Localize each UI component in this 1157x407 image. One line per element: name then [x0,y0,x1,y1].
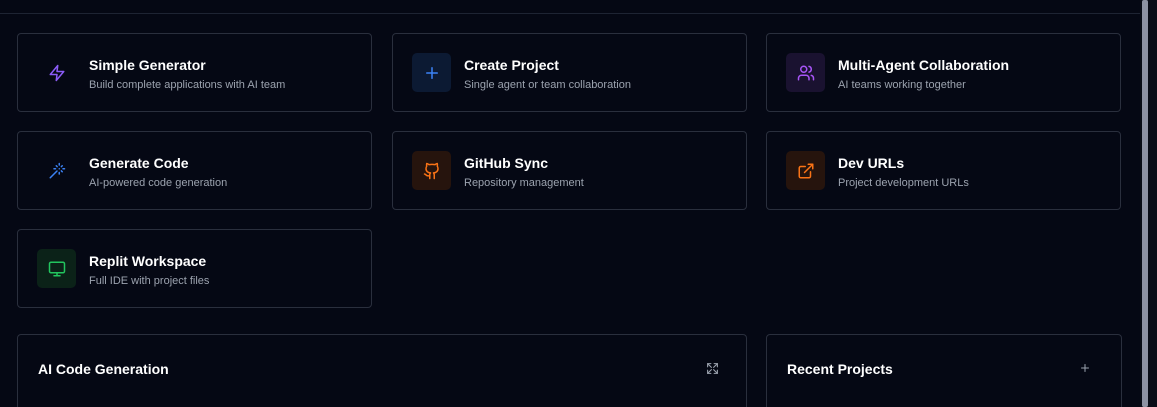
replit-workspace-icon-box [37,249,76,288]
generate-code-icon-box [37,151,76,190]
header-divider [0,13,1140,14]
github-sync-icon-box [412,151,451,190]
create-project-card[interactable]: Create Project Single agent or team coll… [392,33,747,112]
add-project-button[interactable] [1076,359,1094,377]
create-project-icon-box [412,53,451,92]
multi-agent-card[interactable]: Multi-Agent Collaboration AI teams worki… [766,33,1121,112]
plus-icon [1081,364,1089,372]
simple-generator-icon-box [37,53,76,92]
github-sync-card[interactable]: GitHub Sync Repository management [392,131,747,210]
card-subtitle: AI teams working together [838,79,966,91]
card-subtitle: Full IDE with project files [89,275,210,287]
panel-title: AI Code Generation [38,361,169,377]
dev-urls-icon-box [786,151,825,190]
maximize-button[interactable] [703,359,721,377]
dev-urls-card[interactable]: Dev URLs Project development URLs [766,131,1121,210]
scrollbar-thumb[interactable] [1142,0,1148,407]
card-title: Multi-Agent Collaboration [838,57,1010,73]
card-title: GitHub Sync [464,155,549,171]
simple-generator-card[interactable]: Simple Generator Build complete applicat… [17,33,372,112]
card-subtitle: Project development URLs [838,177,969,189]
lightning-icon [49,64,64,81]
card-subtitle: AI-powered code generation [89,177,228,189]
card-title: Dev URLs [838,155,905,171]
card-title: Simple Generator [89,57,206,73]
card-subtitle: Single agent or team collaboration [464,79,631,91]
card-subtitle: Build complete applications with AI team [89,79,286,91]
external-link-icon [798,163,813,178]
ai-code-generation-panel: AI Code Generation [17,334,747,407]
monitor-icon [48,261,65,276]
card-title: Generate Code [89,155,189,171]
dashboard: Simple Generator Build complete applicat… [0,0,1157,407]
maximize-icon [706,362,718,374]
card-title: Create Project [464,57,559,73]
panel-title: Recent Projects [787,361,893,377]
github-icon [423,162,439,179]
magic-wand-icon [49,162,65,178]
plus-icon [425,66,438,79]
recent-projects-panel: Recent Projects [766,334,1122,407]
replit-workspace-card[interactable]: Replit Workspace Full IDE with project f… [17,229,372,308]
users-icon [797,65,814,80]
generate-code-card[interactable]: Generate Code AI-powered code generation [17,131,372,210]
card-subtitle: Repository management [464,177,584,189]
card-title: Replit Workspace [89,253,207,269]
multi-agent-icon-box [786,53,825,92]
